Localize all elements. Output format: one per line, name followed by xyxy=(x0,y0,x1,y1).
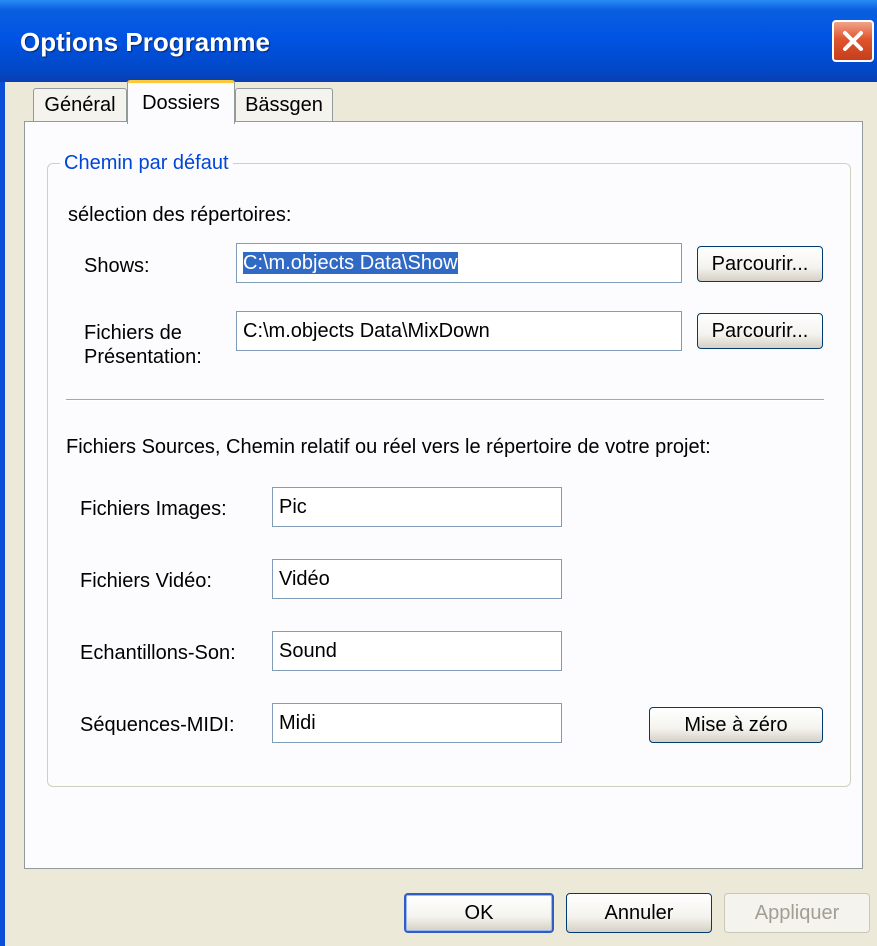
midi-label: Séquences-MIDI: xyxy=(80,714,235,736)
apply-button[interactable]: Appliquer xyxy=(724,893,870,933)
browse-shows-label: Parcourir... xyxy=(711,253,809,275)
presentation-label-line1: Fichiers de xyxy=(84,322,182,344)
browse-shows-button[interactable]: Parcourir... xyxy=(697,246,823,282)
tab-bassgen[interactable]: Bässgen xyxy=(235,88,333,122)
images-folder-value: Pic xyxy=(279,496,307,518)
midi-folder-value: Midi xyxy=(279,712,316,734)
sound-folder-value: Sound xyxy=(279,640,337,662)
tab-dossiers[interactable]: Dossiers xyxy=(127,80,235,124)
sources-label: Fichiers Sources, Chemin relatif ou réel… xyxy=(66,436,711,458)
group-legend: Chemin par défaut xyxy=(60,152,233,175)
options-dialog: Options Programme Général Dossiers Bässg… xyxy=(0,0,877,946)
images-label: Fichiers Images: xyxy=(80,498,227,520)
presentation-label-line2: Présentation: xyxy=(84,346,202,368)
apply-button-label: Appliquer xyxy=(754,902,840,924)
title-bar[interactable]: Options Programme xyxy=(0,0,877,82)
window-border xyxy=(0,82,5,946)
close-button[interactable] xyxy=(832,20,874,62)
browse-presentation-label: Parcourir... xyxy=(711,320,809,342)
video-folder-input[interactable]: Vidéo xyxy=(272,559,562,599)
shows-label: Shows: xyxy=(84,255,150,277)
ok-button-label: OK xyxy=(464,902,494,924)
cancel-button[interactable]: Annuler xyxy=(566,893,712,933)
sound-folder-input[interactable]: Sound xyxy=(272,631,562,671)
tab-general[interactable]: Général xyxy=(33,88,127,122)
close-icon xyxy=(843,31,863,51)
cancel-button-label: Annuler xyxy=(604,902,674,924)
ok-button[interactable]: OK xyxy=(404,893,554,933)
shows-path-input[interactable]: C:\m.objects Data\Show xyxy=(236,243,682,283)
browse-presentation-button[interactable]: Parcourir... xyxy=(697,313,823,349)
tab-dossiers-label: Dossiers xyxy=(142,92,220,114)
midi-folder-input[interactable]: Midi xyxy=(272,703,562,743)
tab-bassgen-label: Bässgen xyxy=(245,94,323,116)
presentation-path-input[interactable]: C:\m.objects Data\MixDown xyxy=(236,311,682,351)
tab-general-label: Général xyxy=(44,94,116,116)
sound-label: Echantillons-Son: xyxy=(80,642,236,664)
reset-button-label: Mise à zéro xyxy=(684,714,788,736)
presentation-path-value: C:\m.objects Data\MixDown xyxy=(243,320,490,342)
shows-path-value: C:\m.objects Data\Show xyxy=(243,252,458,274)
window-title: Options Programme xyxy=(20,27,270,57)
reset-button[interactable]: Mise à zéro xyxy=(649,707,823,743)
video-label: Fichiers Vidéo: xyxy=(80,570,212,592)
selection-label: sélection des répertoires: xyxy=(68,204,292,226)
video-folder-value: Vidéo xyxy=(279,568,330,590)
images-folder-input[interactable]: Pic xyxy=(272,487,562,527)
separator xyxy=(66,399,824,401)
